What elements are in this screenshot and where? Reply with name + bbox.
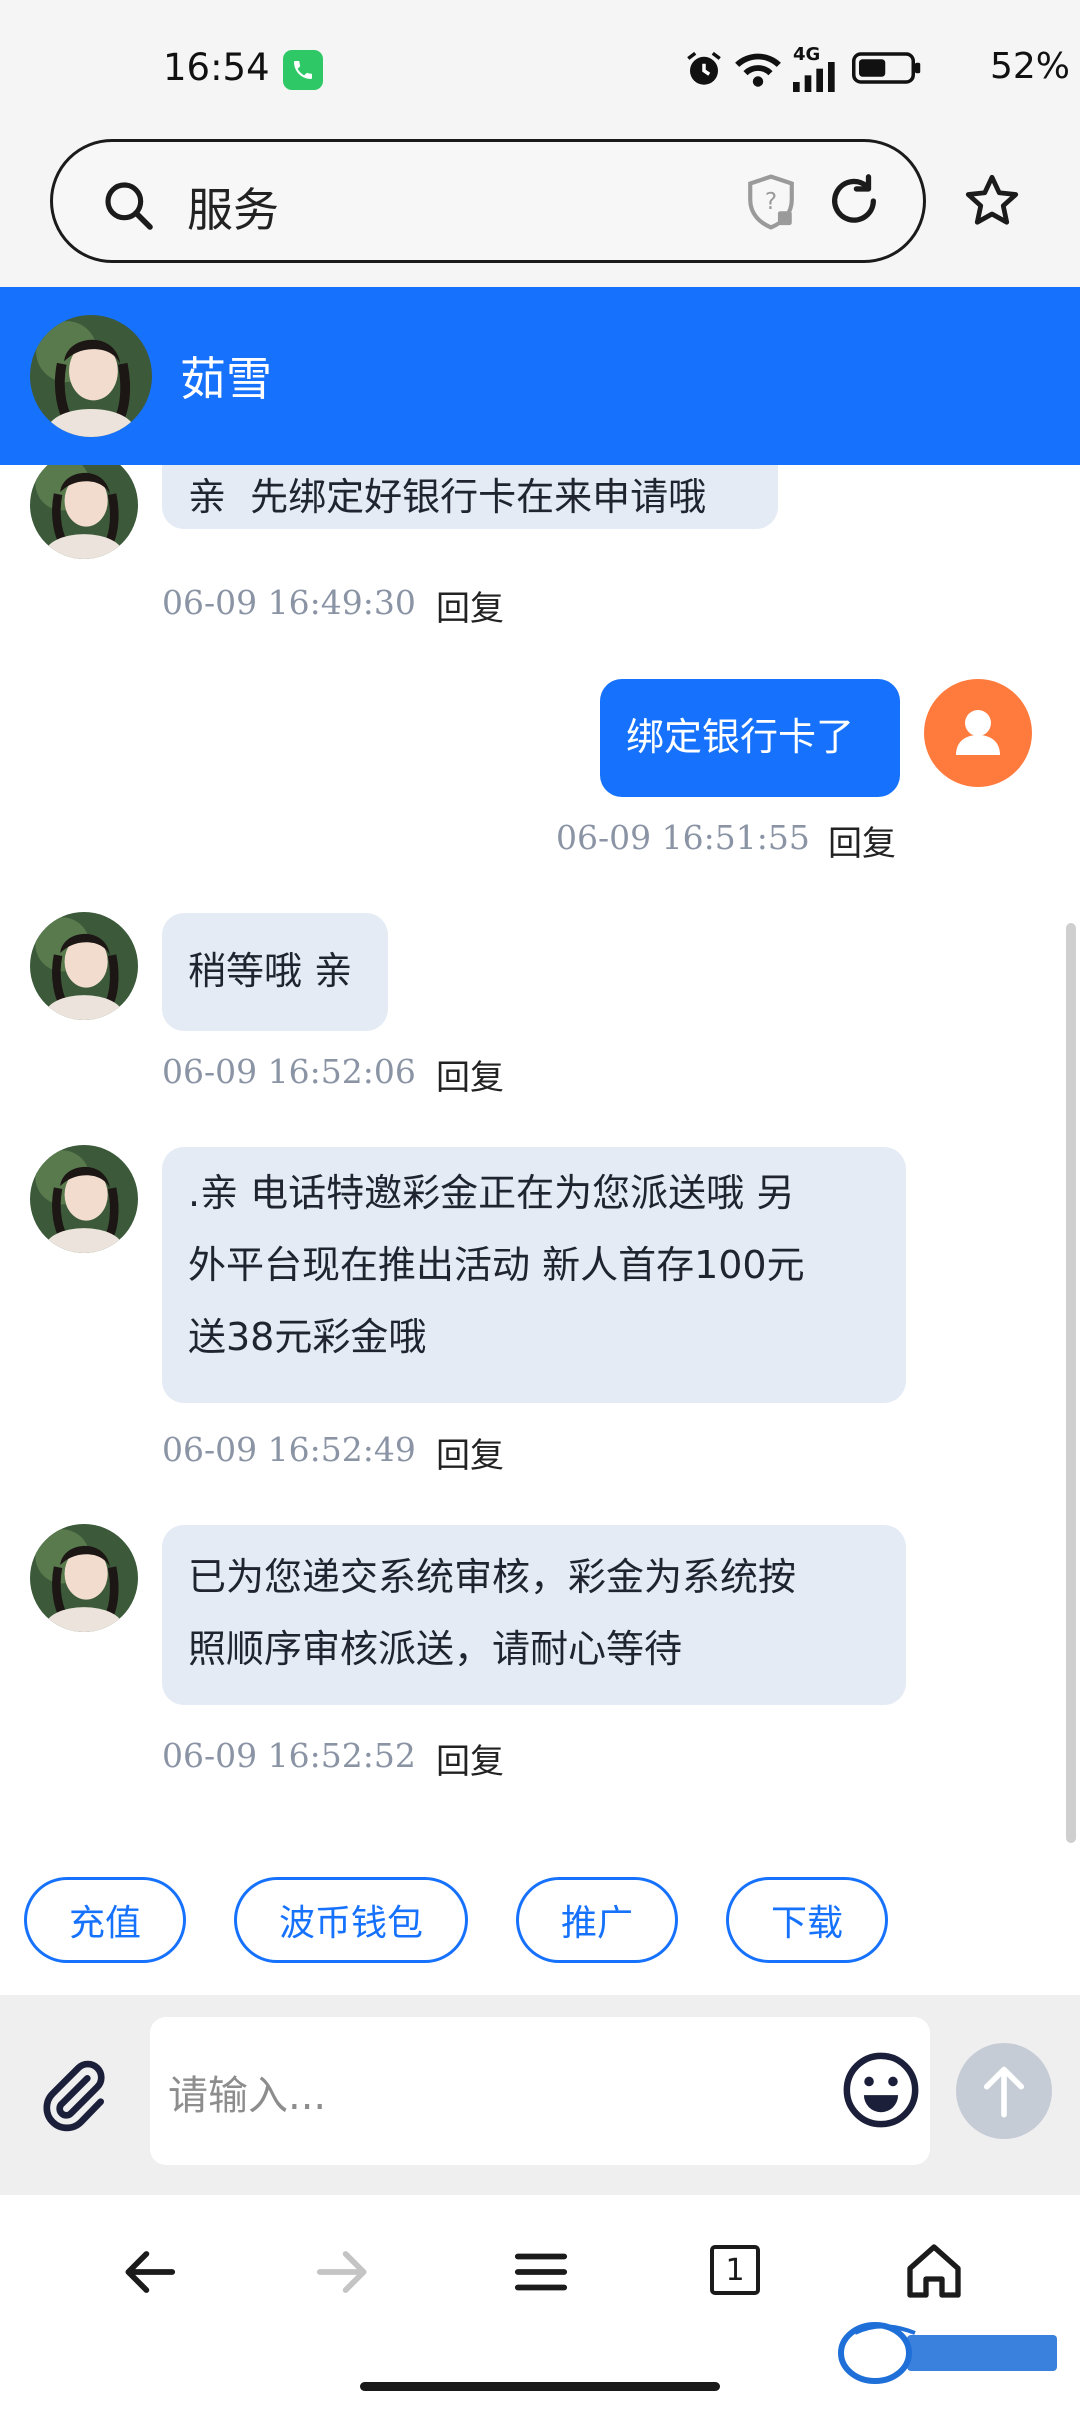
gesture-bar[interactable] bbox=[360, 2382, 720, 2391]
message-input-placeholder: 请输入... bbox=[168, 2073, 327, 2119]
search-icon bbox=[105, 182, 153, 230]
menu-icon[interactable] bbox=[510, 2241, 572, 2303]
send-icon bbox=[983, 2066, 1025, 2118]
alarm-icon bbox=[687, 51, 721, 85]
input-bar: 请输入... bbox=[0, 1995, 1080, 2195]
message-time: 06-09 16:49:30 bbox=[162, 583, 416, 622]
message-text: 稍等哦 亲 bbox=[188, 949, 353, 993]
svg-text:?: ? bbox=[765, 189, 777, 215]
send-button[interactable] bbox=[956, 2043, 1052, 2139]
quick-actions: 充值 波币钱包 推广 下载 bbox=[0, 1845, 1080, 1995]
message-time: 06-09 16:51:55 bbox=[556, 818, 810, 857]
message-input[interactable]: 请输入... bbox=[150, 2017, 930, 2165]
reply-button[interactable]: 回复 bbox=[436, 1734, 504, 1783]
tabs-icon[interactable]: 1 bbox=[710, 2245, 760, 2295]
contact-avatar[interactable] bbox=[30, 912, 138, 1020]
message-bubble[interactable]: .亲 电话特邀彩金正在为您派送哦 另 外平台现在推出活动 新人首存100元 送3… bbox=[162, 1147, 906, 1403]
home-icon[interactable] bbox=[902, 2239, 966, 2303]
message-line: 照顺序审核派送，请耐心等待 bbox=[188, 1627, 683, 1671]
message-bubble[interactable]: 稍等哦 亲 bbox=[162, 913, 388, 1031]
message-line: 外平台现在推出活动 新人首存100元 bbox=[188, 1243, 805, 1287]
emoji-icon[interactable] bbox=[840, 2049, 922, 2131]
phone-call-icon bbox=[283, 50, 323, 90]
contact-name: 茹雪 bbox=[180, 352, 272, 406]
message-text: 绑定银行卡了 bbox=[626, 715, 855, 759]
signal-icon bbox=[793, 62, 835, 92]
message-bubble[interactable]: 已为您递交系统审核，彩金为系统按 照顺序审核派送，请耐心等待 bbox=[162, 1525, 906, 1705]
promote-button[interactable]: 推广 bbox=[516, 1877, 678, 1963]
reply-button[interactable]: 回复 bbox=[436, 581, 504, 630]
status-time: 16:54 bbox=[163, 46, 270, 89]
scrollbar[interactable] bbox=[1066, 923, 1076, 1843]
wifi-icon bbox=[735, 53, 781, 87]
recharge-button[interactable]: 充值 bbox=[24, 1877, 186, 1963]
forward-icon[interactable] bbox=[312, 2241, 374, 2303]
refresh-icon[interactable] bbox=[825, 172, 883, 230]
message-bubble[interactable]: 亲 先绑定好银行卡在来申请哦 bbox=[162, 465, 778, 529]
message-time: 06-09 16:52:49 bbox=[162, 1430, 416, 1469]
message-time: 06-09 16:52:06 bbox=[162, 1052, 416, 1091]
message-bubble[interactable]: 绑定银行卡了 bbox=[600, 679, 900, 797]
message-text: 亲 先绑定好银行卡在来申请哦 bbox=[188, 475, 707, 519]
user-avatar[interactable] bbox=[924, 679, 1032, 787]
star-icon[interactable] bbox=[962, 171, 1022, 231]
contact-avatar[interactable] bbox=[30, 315, 152, 437]
address-text[interactable]: 服务 bbox=[187, 174, 279, 240]
battery-icon bbox=[852, 52, 921, 84]
contact-avatar[interactable] bbox=[30, 465, 138, 559]
watermark-logo bbox=[838, 2322, 1057, 2384]
browser-toolbar: 服务 ? bbox=[0, 135, 1080, 287]
back-icon[interactable] bbox=[118, 2241, 180, 2303]
message-time: 06-09 16:52:52 bbox=[162, 1736, 416, 1775]
reply-button[interactable]: 回复 bbox=[828, 816, 896, 865]
attachment-icon[interactable] bbox=[34, 2055, 114, 2135]
contact-avatar[interactable] bbox=[30, 1145, 138, 1253]
message-line: 送38元彩金哦 bbox=[188, 1315, 427, 1359]
message-list[interactable]: 亲 先绑定好银行卡在来申请哦 06-09 16:49:30 回复 绑定银行卡了 … bbox=[0, 465, 1080, 1845]
status-icons: 4G 52% bbox=[660, 40, 1080, 100]
wallet-button[interactable]: 波币钱包 bbox=[234, 1877, 468, 1963]
contact-avatar[interactable] bbox=[30, 1524, 138, 1632]
reply-button[interactable]: 回复 bbox=[436, 1428, 504, 1477]
download-button[interactable]: 下载 bbox=[726, 1877, 888, 1963]
message-line: 已为您递交系统审核，彩金为系统按 bbox=[188, 1555, 797, 1599]
browser-nav: 1 bbox=[0, 2195, 1080, 2412]
message-line: .亲 电话特邀彩金正在为您派送哦 另 bbox=[188, 1171, 795, 1215]
address-bar[interactable]: 服务 ? bbox=[50, 139, 926, 263]
shield-icon[interactable]: ? bbox=[743, 172, 799, 232]
battery-percent: 52% bbox=[990, 46, 1071, 87]
chat-header: 茹雪 bbox=[0, 287, 1080, 465]
reply-button[interactable]: 回复 bbox=[436, 1050, 504, 1099]
status-bar: 16:54 4G 52% bbox=[0, 0, 1080, 135]
